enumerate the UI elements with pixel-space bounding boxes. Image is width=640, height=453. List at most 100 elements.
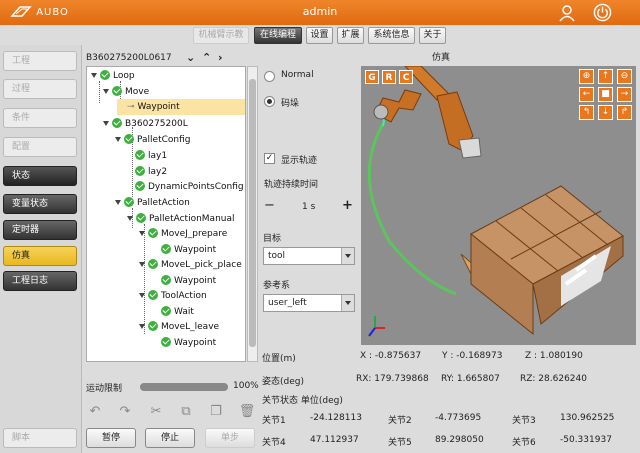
simulation-scene (367, 66, 624, 337)
joint2-label: 关节2 (388, 416, 412, 426)
tree-node-move[interactable]: Move (103, 85, 149, 99)
sidebar-item-config[interactable]: 配置 (3, 137, 77, 157)
expand-icon[interactable] (91, 73, 97, 78)
sidebar-item-condition[interactable]: 条件 (3, 108, 77, 128)
sidebar-item-process[interactable]: 过程 (3, 79, 77, 99)
chevron-down-icon[interactable] (341, 295, 354, 311)
expand-icon[interactable] (103, 121, 109, 126)
check-icon (148, 320, 158, 331)
arrow-up-icon[interactable]: ↑ (598, 69, 613, 84)
joint5-value: 89.298050 (435, 435, 484, 445)
speed-label: 运动限制 (86, 384, 123, 394)
mode-normal-radio[interactable] (264, 71, 275, 82)
mode-normal-label: Normal (281, 70, 314, 80)
zoom-in-icon[interactable]: ⊕ (579, 69, 594, 84)
chevron-down-icon[interactable]: ⌄ (186, 50, 195, 66)
tree-node-lay1[interactable]: lay1 (135, 149, 167, 163)
sidebar-item-timer[interactable]: 定时器 (3, 220, 77, 240)
tree-scrollbar[interactable] (247, 66, 258, 362)
rotate-right-icon[interactable]: ↱ (617, 105, 632, 120)
simulation-view[interactable]: G R C ⊕ ↑ ⊖ ← ■ → ↰ ↓ ↱ (361, 66, 636, 345)
zoom-out-icon[interactable]: ⊖ (617, 69, 632, 84)
pause-button[interactable]: 暂停 (86, 428, 136, 448)
rotate-left-icon[interactable]: ↰ (579, 105, 594, 120)
user-icon[interactable] (557, 3, 577, 23)
tree-node-waypoint[interactable]: ⊸ Waypoint (127, 100, 180, 114)
chevron-down-icon[interactable] (341, 248, 354, 264)
copy-icon[interactable]: ⧉ (176, 404, 196, 422)
stop-button[interactable]: 停止 (145, 428, 195, 448)
show-trace-checkbox[interactable]: ✓ (264, 153, 275, 164)
sidebar-item-simulation[interactable]: 仿真 (3, 246, 77, 266)
sidebar-item-variable-status[interactable]: 变量状态 (3, 194, 77, 214)
tree-node-pallet[interactable]: B360275200L (103, 117, 188, 131)
tab-system-info[interactable]: 系统信息 (368, 27, 415, 44)
arrow-left-icon[interactable]: ← (579, 87, 594, 102)
power-icon[interactable] (593, 3, 612, 22)
camera-reset-button[interactable]: C (399, 70, 413, 84)
expand-icon[interactable] (127, 216, 133, 221)
expand-icon[interactable] (103, 89, 109, 94)
target-select[interactable]: tool (263, 247, 355, 265)
ref-frame-select[interactable]: user_left (263, 294, 355, 312)
tree-node-wait[interactable]: Wait (161, 305, 194, 319)
paste-icon[interactable]: ❐ (206, 404, 226, 422)
check-icon (135, 149, 145, 160)
speed-slider[interactable] (140, 383, 228, 391)
expand-icon[interactable] (139, 231, 145, 236)
plus-button[interactable]: + (342, 198, 353, 213)
arrow-down-icon[interactable]: ↓ (598, 105, 613, 120)
redo-icon[interactable]: ↷ (115, 404, 135, 422)
check-icon (124, 196, 134, 207)
center-view-icon[interactable]: ■ (598, 87, 613, 102)
step-button[interactable]: 单步 (205, 428, 255, 448)
tree-node-pallet-config[interactable]: PalletConfig (115, 133, 190, 147)
arrow-right-icon[interactable]: → (617, 87, 632, 102)
expand-icon[interactable] (139, 324, 145, 329)
ry-value: RY: 1.665807 (441, 374, 500, 384)
trace-duration-value: 1 s (302, 202, 316, 212)
expand-icon[interactable] (139, 262, 145, 267)
rx-value: RX: 179.739868 (356, 374, 429, 384)
check-icon (161, 243, 171, 254)
check-icon (136, 212, 146, 223)
scrollbar-thumb[interactable] (249, 79, 256, 347)
sidebar-item-project-log[interactable]: 工程日志 (3, 271, 77, 291)
tree-node-waypoint[interactable]: Waypoint (161, 274, 216, 288)
expand-icon[interactable] (115, 137, 121, 142)
tab-about[interactable]: 关于 (419, 27, 446, 44)
tab-robot-teach[interactable]: 机械臂示教 (193, 27, 249, 44)
sidebar-item-status[interactable]: 状态 (3, 166, 77, 186)
sidebar-item-project[interactable]: 工程 (3, 51, 77, 71)
chevron-up-icon[interactable]: ⌃ (202, 50, 211, 66)
tree-node-waypoint[interactable]: Waypoint (161, 243, 216, 257)
sidebar-item-script[interactable]: 脚本 (3, 428, 77, 448)
tree-node-tool-action[interactable]: ToolAction (139, 289, 207, 303)
tree-node-pallet-action-manual[interactable]: PalletActionManual (127, 212, 235, 226)
tree-node-waypoint[interactable]: Waypoint (161, 336, 216, 350)
tree-node-lay2[interactable]: lay2 (135, 165, 167, 179)
chevron-right-icon[interactable]: › (218, 50, 223, 66)
undo-icon[interactable]: ↶ (85, 404, 105, 422)
joint3-label: 关节3 (512, 416, 536, 426)
tab-online-programming[interactable]: 在线编程 (254, 27, 302, 44)
tree-node-movel-pick-place[interactable]: MoveL_pick_place (139, 258, 242, 272)
tree-node-pallet-action[interactable]: PalletAction (115, 196, 190, 210)
tree-node-movel-leave[interactable]: MoveL_leave (139, 320, 219, 334)
tree-node-movej-prepare[interactable]: MoveJ_prepare (139, 227, 227, 241)
tree-node-loop[interactable]: Loop (91, 69, 135, 83)
expand-icon[interactable] (115, 200, 121, 205)
robot-toggle-button[interactable]: R (382, 70, 396, 84)
joint-state-label: 关节状态 单位(deg) (262, 396, 343, 406)
grid-toggle-button[interactable]: G (365, 70, 379, 84)
tab-extension[interactable]: 扩展 (337, 27, 364, 44)
joint3-value: 130.962525 (560, 413, 615, 423)
tree-node-dynamic-points[interactable]: DynamicPointsConfig (135, 180, 244, 194)
mode-pallet-radio[interactable] (264, 96, 275, 107)
expand-icon[interactable] (139, 293, 145, 298)
cut-icon[interactable]: ✂ (146, 404, 166, 422)
tab-settings[interactable]: 设置 (306, 27, 333, 44)
check-icon (112, 117, 122, 128)
minus-button[interactable]: − (264, 198, 275, 213)
delete-icon[interactable]: 🗑 (237, 404, 257, 422)
